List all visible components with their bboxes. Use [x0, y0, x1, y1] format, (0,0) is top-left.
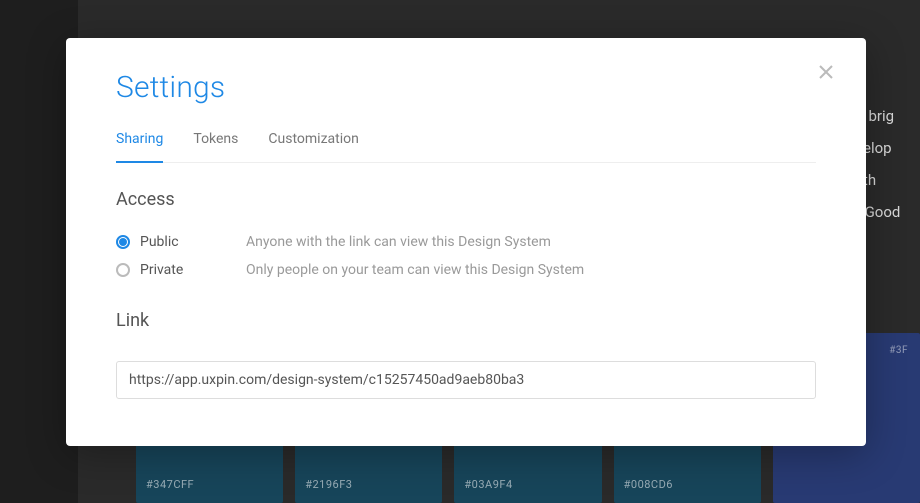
modal-overlay: Settings Sharing Tokens Customization Ac…	[0, 0, 920, 503]
settings-modal: Settings Sharing Tokens Customization Ac…	[66, 38, 866, 446]
tab-bar: Sharing Tokens Customization	[116, 131, 816, 163]
tab-tokens[interactable]: Tokens	[193, 131, 238, 163]
link-input[interactable]	[116, 361, 816, 399]
access-section: Access Public Anyone with the link can v…	[116, 189, 816, 284]
modal-title: Settings	[116, 70, 816, 105]
radio-private[interactable]	[116, 263, 130, 277]
link-heading: Link	[116, 310, 816, 331]
radio-label-private: Private	[140, 262, 246, 278]
close-icon	[817, 63, 835, 81]
radio-desc-public: Anyone with the link can view this Desig…	[246, 234, 551, 250]
modal-body: Access Public Anyone with the link can v…	[66, 163, 866, 446]
access-option-private[interactable]: Private Only people on your team can vie…	[116, 256, 816, 284]
link-section: Link	[116, 310, 816, 399]
access-heading: Access	[116, 189, 816, 210]
tab-sharing[interactable]: Sharing	[116, 131, 163, 163]
close-button[interactable]	[814, 60, 838, 84]
access-option-public[interactable]: Public Anyone with the link can view thi…	[116, 228, 816, 256]
radio-label-public: Public	[140, 234, 246, 250]
radio-desc-private: Only people on your team can view this D…	[246, 262, 584, 278]
tab-customization[interactable]: Customization	[268, 131, 358, 163]
modal-header: Settings Sharing Tokens Customization	[66, 38, 866, 163]
radio-public[interactable]	[116, 235, 130, 249]
